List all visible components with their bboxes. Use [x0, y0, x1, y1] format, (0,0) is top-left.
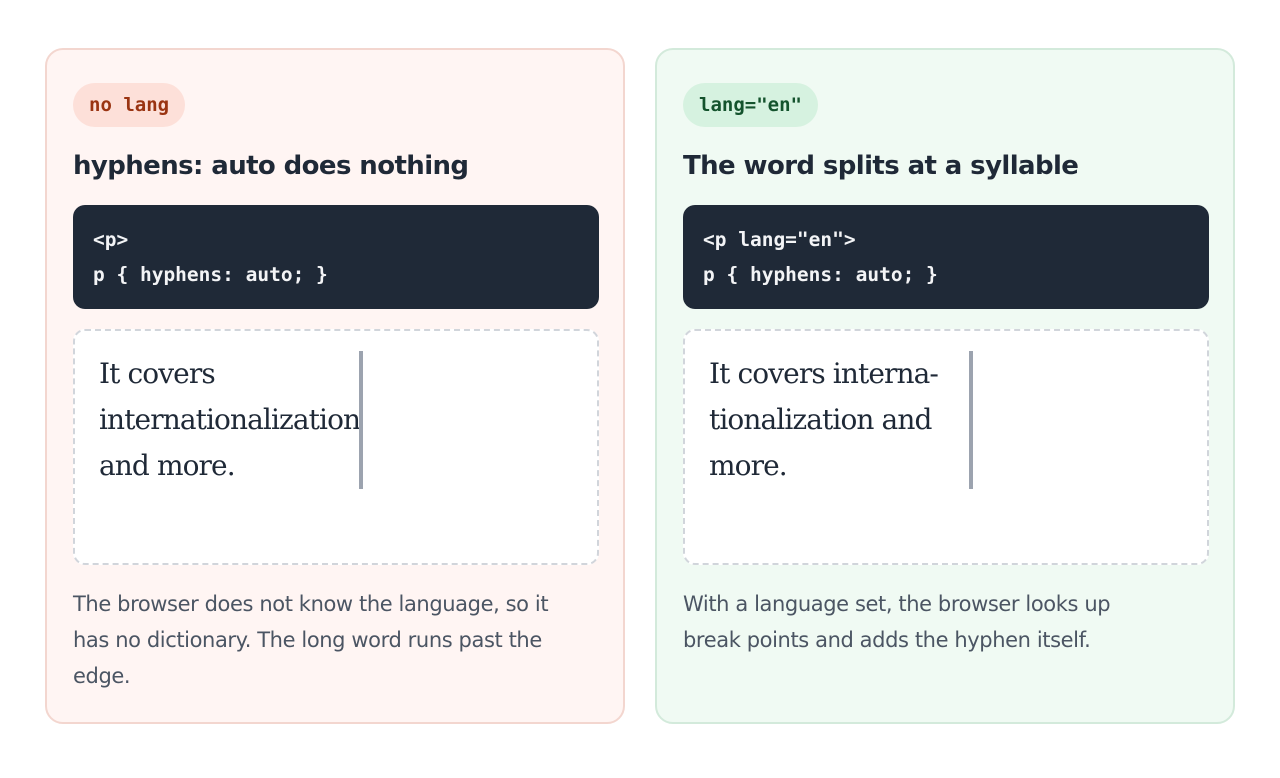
demo-line: It covers [99, 357, 216, 390]
card-no-lang: no lang hyphens: auto does nothing <p> p… [45, 48, 625, 724]
code-line: <p> [93, 228, 129, 251]
demo-box: It covers interna- tionalization and mor… [683, 329, 1209, 565]
demo-line: It covers interna- [709, 357, 939, 390]
card-title: The word splits at a syllable [683, 151, 1079, 181]
card-lang-en: lang="en" The word splits at a syllable … [655, 48, 1235, 724]
code-line: p { hyphens: auto; } [703, 263, 938, 286]
demo-paragraph: It covers internationalization and more. [99, 351, 361, 489]
badge-no-lang: no lang [73, 83, 186, 127]
code-block: <p> p { hyphens: auto; } [73, 205, 599, 309]
container-edge-marker [359, 351, 363, 489]
demo-line: tionalization and [709, 403, 932, 436]
demo-box: It covers internationalization and more. [73, 329, 599, 565]
card-note: With a language set, the browser looks u… [683, 586, 1213, 658]
note-line: With a language set, the browser looks u… [683, 592, 1111, 616]
demo-line: and more. [99, 449, 236, 482]
code-line: p { hyphens: auto; } [93, 263, 328, 286]
badge-lang-en: lang="en" [683, 83, 818, 127]
demo-line: internationalization [99, 403, 361, 436]
code-block: <p lang="en"> p { hyphens: auto; } [683, 205, 1209, 309]
container-edge-marker [969, 351, 973, 489]
code-line: <p lang="en"> [703, 228, 856, 251]
note-line: has no dictionary. The long word runs pa… [73, 628, 542, 652]
note-line: edge. [73, 664, 131, 688]
card-note: The browser does not know the language, … [73, 586, 603, 694]
note-line: break points and adds the hyphen itself. [683, 628, 1091, 652]
note-line: The browser does not know the language, … [73, 592, 549, 616]
demo-line: more. [709, 449, 788, 482]
card-title: hyphens: auto does nothing [73, 151, 469, 181]
demo-paragraph: It covers interna- tionalization and mor… [709, 351, 971, 489]
comparison-page: no lang hyphens: auto does nothing <p> p… [0, 0, 1280, 778]
